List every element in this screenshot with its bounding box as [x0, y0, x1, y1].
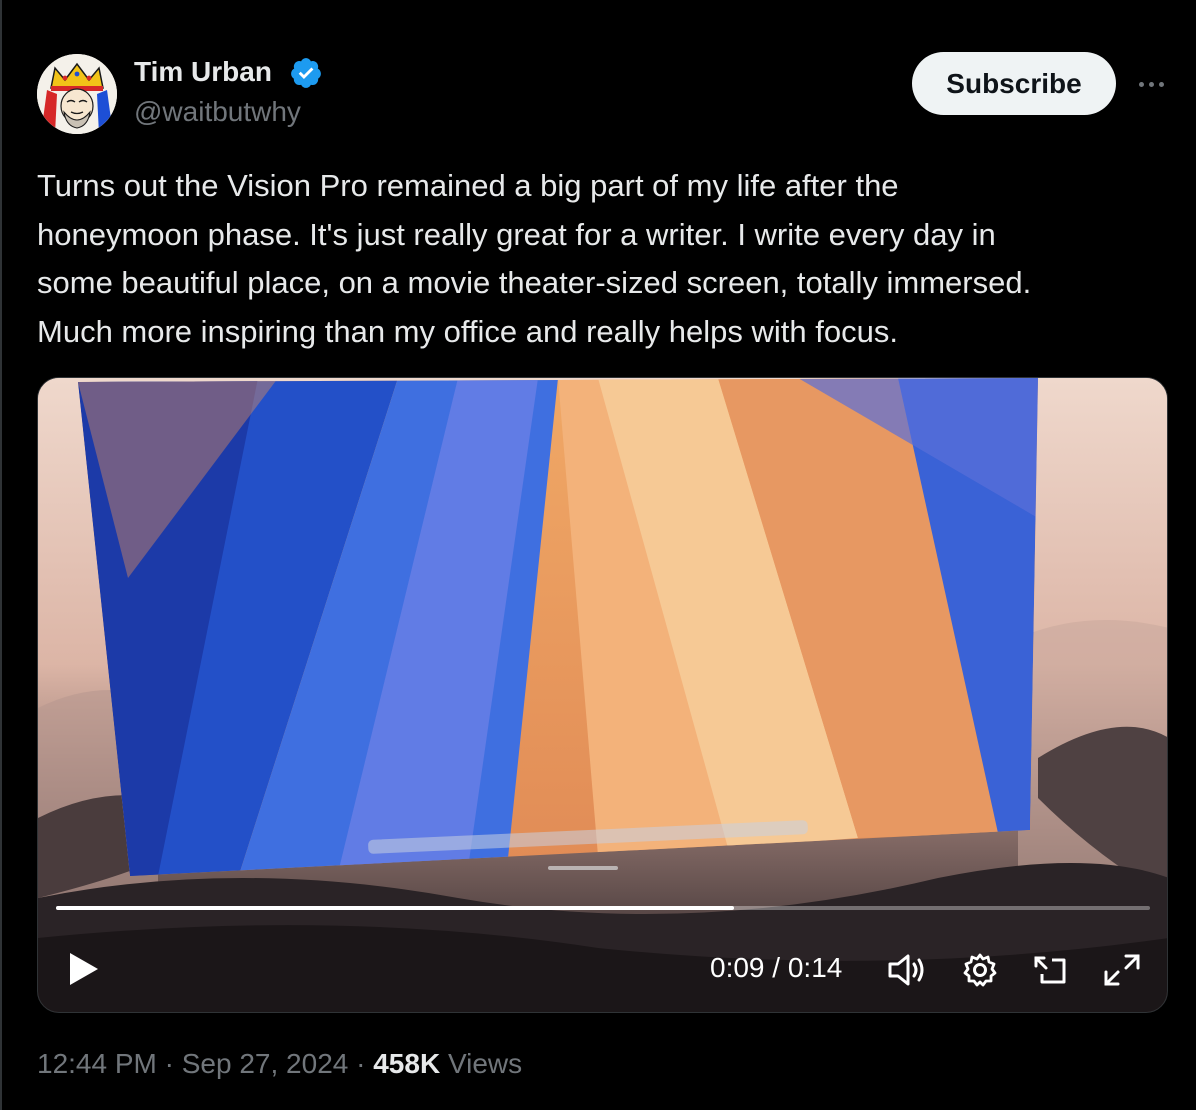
- tweet-date[interactable]: Sep 27, 2024: [182, 1048, 349, 1079]
- meta-dot: ·: [356, 1048, 366, 1079]
- tweet-text-line: some beautiful place, on a movie theater…: [37, 265, 1032, 300]
- video-progress-fill: [56, 906, 735, 910]
- video-progress-bar[interactable]: [56, 906, 1150, 910]
- author-name[interactable]: Tim Urban: [134, 56, 272, 88]
- timeline-divider: [0, 0, 2, 1110]
- views-label: Views: [447, 1048, 523, 1079]
- fullscreen-icon[interactable]: [1102, 952, 1142, 988]
- author-handle[interactable]: @waitbutwhy: [134, 96, 301, 128]
- volume-icon[interactable]: [886, 952, 926, 988]
- tweet: Tim Urban @waitbutwhy Subscribe Turns ou…: [0, 0, 1196, 1110]
- tweet-text: Turns out the Vision Pro remained a big …: [37, 162, 1177, 356]
- tweet-text-line: Much more inspiring than my office and r…: [37, 313, 898, 349]
- more-horizontal-icon[interactable]: [1131, 70, 1171, 98]
- video-current-time: 0:09: [710, 952, 765, 983]
- video-duration: 0:14: [787, 952, 843, 983]
- avatar[interactable]: [37, 54, 117, 134]
- settings-gear-icon[interactable]: [960, 952, 1000, 988]
- picture-in-picture-icon[interactable]: [1030, 952, 1070, 988]
- video-time: 0:09 / 0:14: [710, 952, 842, 984]
- video-frame: [38, 378, 1167, 1012]
- video-time-separator: /: [772, 952, 781, 983]
- views-count: 458K: [373, 1048, 441, 1079]
- tweet-meta: 12:44 PM · Sep 27, 2024 · 458K Views: [37, 1048, 522, 1080]
- subscribe-button[interactable]: Subscribe: [912, 52, 1116, 115]
- tweet-text-line: honeymoon phase. It's just really great …: [37, 216, 996, 252]
- tweet-time[interactable]: 12:44 PM: [37, 1048, 157, 1079]
- tweet-text-line: Turns out the Vision Pro remained a big …: [37, 168, 899, 203]
- verified-badge-icon[interactable]: [289, 56, 323, 90]
- play-icon[interactable]: [68, 951, 100, 987]
- video-player[interactable]: 0:09 / 0:14: [37, 377, 1168, 1013]
- king-card-icon: [37, 54, 117, 134]
- meta-dot: ·: [164, 1048, 174, 1079]
